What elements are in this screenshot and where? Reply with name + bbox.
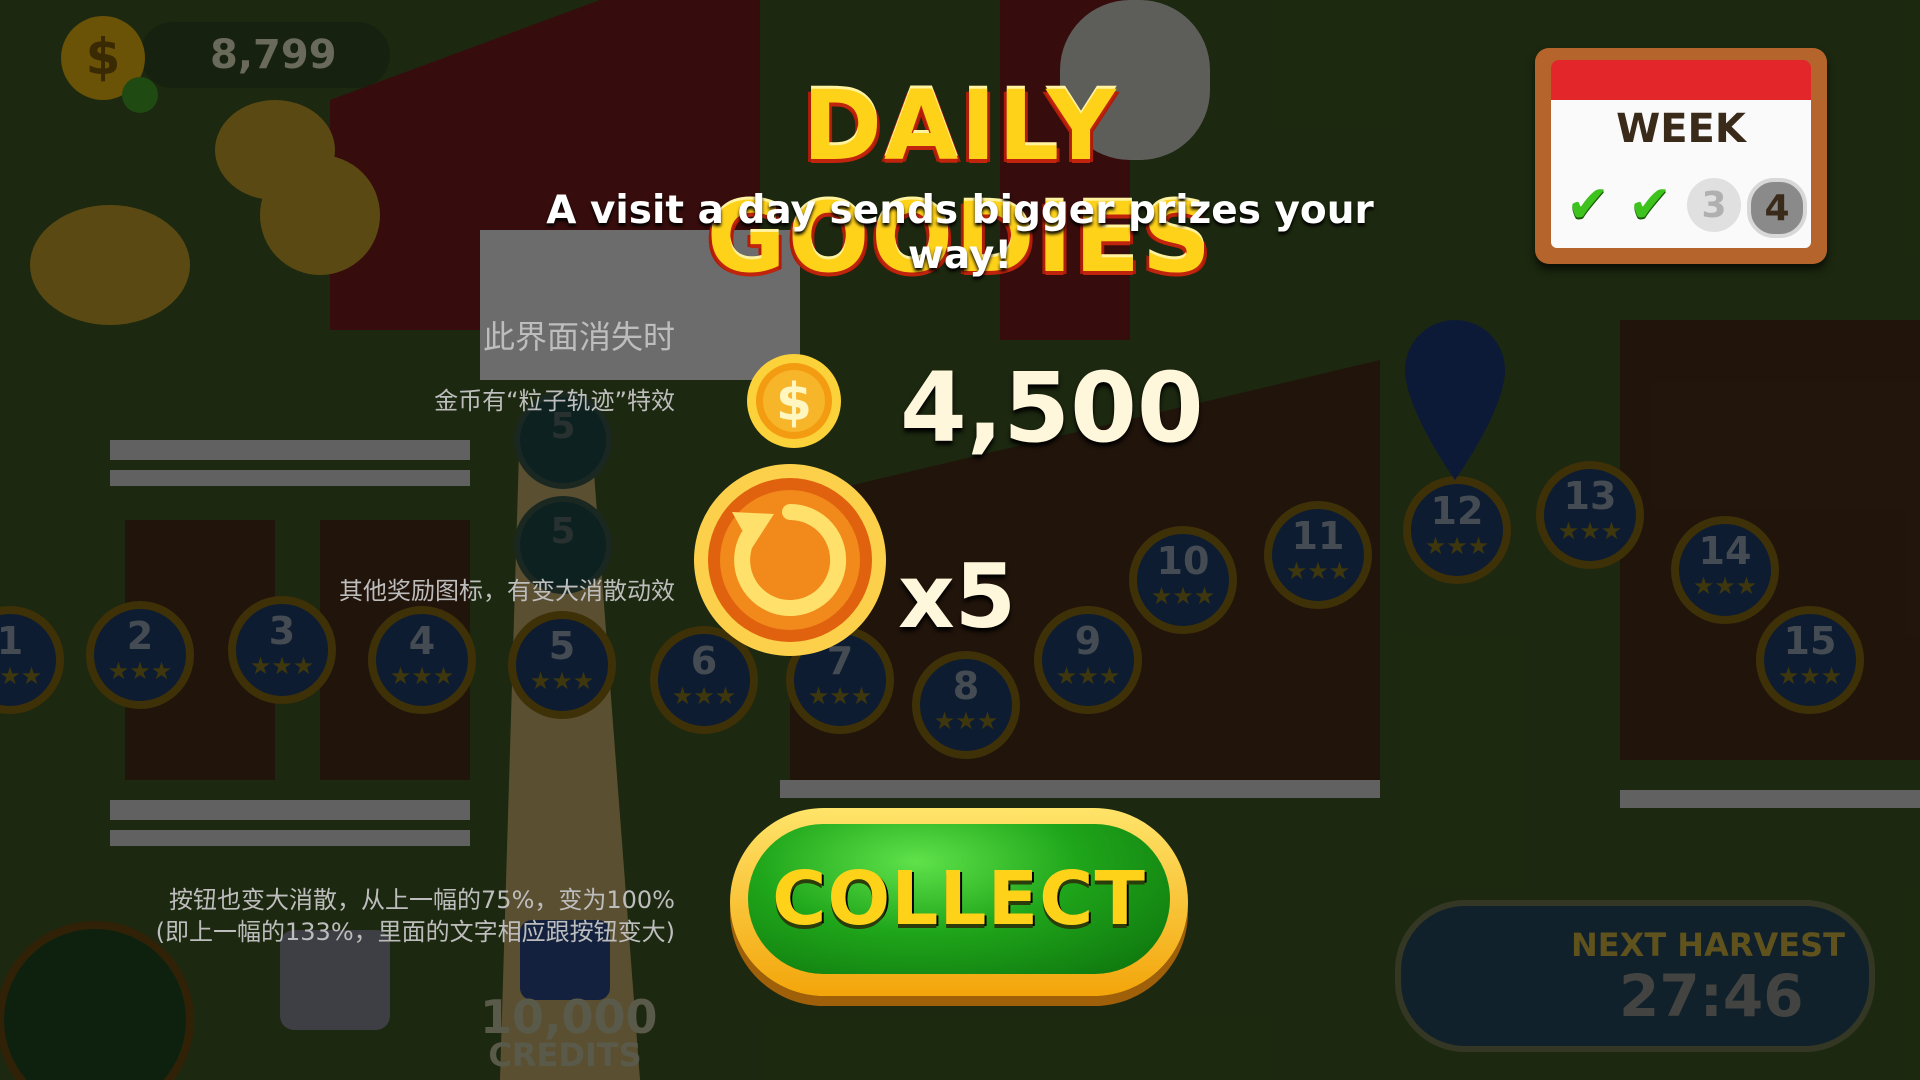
spin-multiplier: x5 xyxy=(898,545,1016,648)
spin-reward-icon xyxy=(694,464,886,656)
next-harvest-timer: 27:46 xyxy=(1619,962,1804,1030)
day-1-check-icon: ✔ xyxy=(1566,175,1610,235)
calendar-header xyxy=(1551,60,1811,100)
calendar-body: WEEK ✔ ✔ 3 4 xyxy=(1551,100,1811,248)
reward-coin-icon: $ xyxy=(747,354,841,448)
coin-balance-bar[interactable]: 8,799 xyxy=(140,22,390,88)
day-2-check-icon: ✔ xyxy=(1628,175,1672,235)
credits-label: CREDITS xyxy=(488,1036,642,1074)
svg-text:$: $ xyxy=(86,28,121,86)
calendar-week-label: WEEK xyxy=(1616,106,1746,152)
popup-subtitle: A visit a day sends bigger prizes your w… xyxy=(546,188,1374,278)
svg-text:$: $ xyxy=(776,373,812,433)
day-4-marker: 4 xyxy=(1747,178,1807,238)
next-harvest-panel[interactable]: NEXT HARVEST 27:46 xyxy=(1395,900,1875,1052)
note-button-scale-1: 按钮也变大消散，从上一幅的75%，变为100% xyxy=(169,886,675,914)
coin-icon: $ xyxy=(61,16,158,113)
day-3-marker: 3 xyxy=(1687,178,1741,232)
collect-button-face: COLLECT xyxy=(748,824,1170,974)
next-harvest-label: NEXT HARVEST xyxy=(1571,926,1845,964)
collect-button[interactable]: COLLECT xyxy=(730,808,1188,996)
coin-balance-value: 8,799 xyxy=(210,32,337,78)
week-calendar: WEEK ✔ ✔ 3 4 xyxy=(1535,48,1827,264)
note-dismiss: 此界面消失时 xyxy=(482,318,675,356)
reward-coin-amount: 4,500 xyxy=(900,352,1204,464)
collect-button-label: COLLECT xyxy=(772,856,1146,942)
credits-offer[interactable]: 10,000 CREDITS xyxy=(480,990,658,1074)
note-coin-particles: 金币有“粒子轨迹”特效 xyxy=(434,387,675,415)
note-reward-icons: 其他奖励图标，有变大消散动效 xyxy=(339,577,675,605)
note-button-scale-2: (即上一幅的133%，里面的文字相应跟按钮变大) xyxy=(155,918,675,946)
